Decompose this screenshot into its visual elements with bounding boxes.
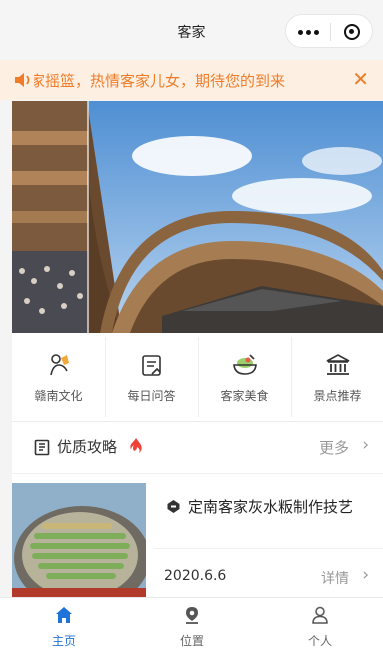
quick-link-attractions[interactable]: 景点推荐 [291,333,383,421]
more-link[interactable]: 更多 [319,437,349,458]
quick-link-daily-qa[interactable]: 每日问答 [105,333,198,421]
temple-icon [326,354,349,375]
tag-icon [167,500,180,513]
location-icon [186,607,198,624]
quick-links: 赣南文化 每日问答 客家美食 景点推荐 [12,333,383,421]
tab-label: 主页 [51,634,76,648]
notice-close-button[interactable]: ✕ [352,67,369,91]
book-icon [34,439,50,456]
quick-link-label: 客家美食 [220,389,269,403]
mini-program-capsule [285,14,373,48]
bottom-tabbar: 主页 位置 个人 [0,597,383,652]
chevron-right-icon[interactable]: › [362,435,369,455]
tab-location[interactable]: 位置 [128,598,256,652]
article-card[interactable]: 定南客家灰水粄制作技艺 2020.6.6 详情 › [12,473,383,598]
quick-link-label: 赣南文化 [34,389,83,403]
chevron-right-icon[interactable]: › [362,565,369,585]
section-header: 优质攻略 更多 › [12,421,383,473]
tab-profile[interactable]: 个人 [256,598,383,652]
person-icon [312,606,328,624]
article-date: 2020.6.6 [164,568,227,584]
banner-photo[interactable] [12,101,383,333]
tab-home[interactable]: 主页 [0,598,128,652]
notes-icon [141,355,161,376]
fire-icon [130,438,142,453]
top-navbar: 客家 [0,0,383,60]
target-circle-icon[interactable] [330,15,374,49]
notice-bar: 家摇篮，热情客家儿女，期待您的到来 ✕ [0,60,383,100]
dancer-icon [49,354,69,376]
quick-link-food[interactable]: 客家美食 [198,333,291,421]
detail-link[interactable]: 详情 [321,568,349,588]
article-thumbnail[interactable] [12,483,146,598]
more-dots-icon[interactable] [286,15,330,49]
speaker-icon [15,73,30,87]
section-title: 优质攻略 [57,438,118,456]
banner-tulou-image [12,101,383,333]
home-icon [56,607,72,623]
article-title[interactable]: 定南客家灰水粄制作技艺 [188,496,353,517]
tab-label: 个人 [307,634,332,648]
tab-label: 位置 [179,634,204,648]
quick-link-label: 每日问答 [127,389,176,403]
quick-link-culture[interactable]: 赣南文化 [12,333,105,421]
quick-link-label: 景点推荐 [313,389,362,403]
notice-text: 家摇篮，热情客家儿女，期待您的到来 [34,72,286,90]
article-image [12,483,146,598]
food-bowl-icon [232,354,257,375]
divider [154,548,383,549]
